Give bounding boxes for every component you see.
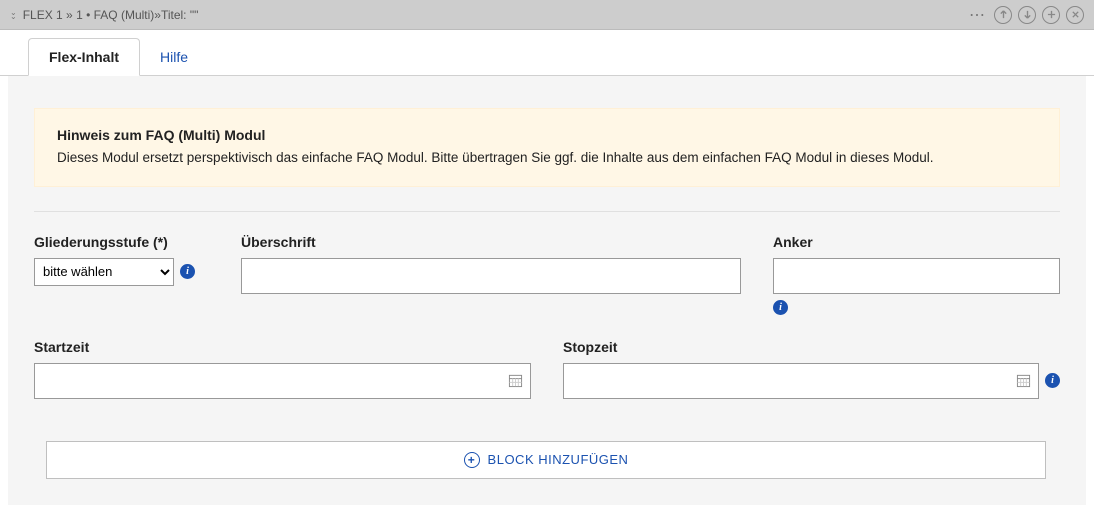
panel-title-text: FLEX 1 » 1 • FAQ (Multi)»Titel: "" — [23, 8, 199, 22]
info-text: Dieses Modul ersetzt perspektivisch das … — [57, 149, 1037, 168]
add-button[interactable] — [1042, 6, 1060, 24]
startzeit-input[interactable] — [34, 363, 531, 399]
calendar-icon[interactable] — [507, 373, 523, 389]
ueberschrift-input[interactable] — [241, 258, 741, 294]
plus-icon: + — [464, 452, 480, 468]
stopzeit-input[interactable] — [563, 363, 1039, 399]
collapse-icon[interactable]: ⌄⌄ — [10, 11, 17, 19]
move-down-button[interactable] — [1018, 6, 1036, 24]
calendar-icon[interactable] — [1015, 373, 1031, 389]
field-stopzeit: Stopzeit i — [563, 339, 1060, 399]
info-notice: Hinweis zum FAQ (Multi) Modul Dieses Mod… — [34, 108, 1060, 187]
field-anker: Anker i — [773, 234, 1060, 315]
panel-header: ⌄⌄ FLEX 1 » 1 • FAQ (Multi)»Titel: "" ⋯ — [0, 0, 1094, 30]
form-row-1: Gliederungsstufe (*) bitte wählen i Über… — [34, 234, 1060, 315]
field-ueberschrift: Überschrift — [241, 234, 741, 294]
divider — [34, 211, 1060, 212]
more-icon[interactable]: ⋯ — [969, 5, 984, 25]
field-gliederungsstufe: Gliederungsstufe (*) bitte wählen i — [34, 234, 209, 286]
add-block-label: BLOCK HINZUFÜGEN — [488, 452, 629, 467]
tabs-bar: Flex-Inhalt Hilfe — [0, 30, 1094, 76]
info-icon[interactable]: i — [180, 264, 195, 279]
content-area: Hinweis zum FAQ (Multi) Modul Dieses Mod… — [8, 76, 1086, 505]
tab-flex-inhalt[interactable]: Flex-Inhalt — [28, 38, 140, 76]
info-icon[interactable]: i — [1045, 373, 1060, 388]
tab-hilfe[interactable]: Hilfe — [140, 39, 208, 75]
gliederung-select[interactable]: bitte wählen — [34, 258, 174, 286]
panel-actions: ⋯ — [969, 5, 1084, 25]
anker-input[interactable] — [773, 258, 1060, 294]
field-startzeit: Startzeit — [34, 339, 531, 399]
gliederung-label: Gliederungsstufe (*) — [34, 234, 209, 250]
tab-label: Hilfe — [160, 49, 188, 65]
move-up-button[interactable] — [994, 6, 1012, 24]
panel-title: ⌄⌄ FLEX 1 » 1 • FAQ (Multi)»Titel: "" — [10, 8, 969, 22]
close-button[interactable] — [1066, 6, 1084, 24]
anker-label: Anker — [773, 234, 1060, 250]
add-block-button[interactable]: + BLOCK HINZUFÜGEN — [46, 441, 1046, 479]
startzeit-label: Startzeit — [34, 339, 531, 355]
form-row-dates: Startzeit Stopzeit i — [34, 339, 1060, 399]
info-title: Hinweis zum FAQ (Multi) Modul — [57, 127, 1037, 143]
stopzeit-label: Stopzeit — [563, 339, 1060, 355]
ueberschrift-label: Überschrift — [241, 234, 741, 250]
info-icon[interactable]: i — [773, 300, 788, 315]
tab-label: Flex-Inhalt — [49, 49, 119, 65]
